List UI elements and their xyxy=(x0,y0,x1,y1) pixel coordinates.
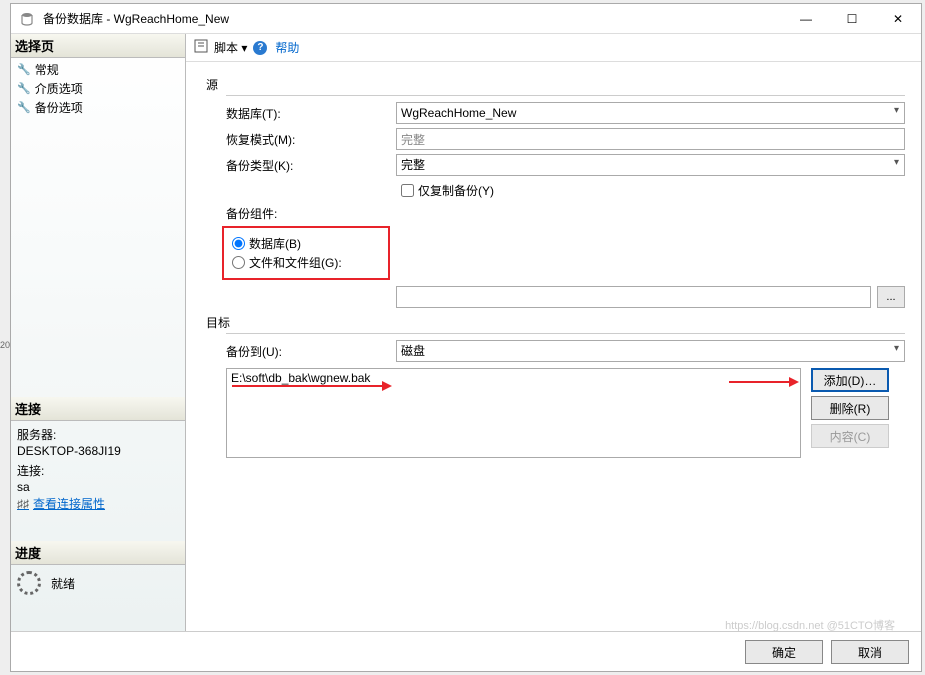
minimize-button[interactable]: — xyxy=(783,4,829,34)
sidebar-item-media[interactable]: 🔧 介质选项 xyxy=(13,79,183,98)
progress-ring-icon xyxy=(17,571,41,595)
conn-label: 连接: xyxy=(17,462,179,479)
progress-status: 就绪 xyxy=(11,565,185,601)
maximize-button[interactable]: ☐ xyxy=(829,4,875,34)
conn-value: sa xyxy=(17,480,179,494)
destination-item[interactable]: E:\soft\db_bak\wgnew.bak xyxy=(231,371,796,385)
content-button[interactable]: 内容(C) xyxy=(811,424,889,448)
backup-to-select[interactable]: 磁盘 xyxy=(396,340,905,362)
divider xyxy=(226,95,905,96)
ok-button[interactable]: 确定 xyxy=(745,640,823,664)
wrench-icon: 🔧 xyxy=(17,82,31,95)
recovery-mode-label: 恢复模式(M): xyxy=(226,131,396,148)
sidebar-item-backup-options[interactable]: 🔧 备份选项 xyxy=(13,98,183,117)
connection-header: 连接 xyxy=(11,397,185,421)
help-icon: ? xyxy=(253,41,267,55)
cancel-button[interactable]: 取消 xyxy=(831,640,909,664)
sidebar-item-label: 常规 xyxy=(35,61,59,78)
help-link[interactable]: 帮助 xyxy=(275,39,299,56)
sidebar-item-general[interactable]: 🔧 常规 xyxy=(13,60,183,79)
plug-icon: ♯♯ xyxy=(17,497,29,511)
content-toolbar: 脚本 ▾ ? 帮助 xyxy=(186,34,921,62)
window-title: 备份数据库 - WgReachHome_New xyxy=(43,10,783,27)
content-pane: 脚本 ▾ ? 帮助 源 数据库(T): WgReachHome_New 恢复模式… xyxy=(186,34,921,631)
connection-info: 服务器: DESKTOP-368JI19 连接: sa ♯♯ 查看连接属性 xyxy=(11,421,185,517)
server-label: 服务器: xyxy=(17,426,179,443)
divider xyxy=(226,333,905,334)
copy-only-label: 仅复制备份(Y) xyxy=(418,182,494,199)
backup-component-label: 备份组件: xyxy=(226,205,905,222)
wrench-icon: 🔧 xyxy=(17,101,31,114)
link-text: 查看连接属性 xyxy=(33,495,105,512)
sidebar: 选择页 🔧 常规 🔧 介质选项 🔧 备份选项 连接 服务器: DESKTOP-368J… xyxy=(11,34,186,631)
copy-only-checkbox[interactable] xyxy=(401,184,414,197)
progress-header: 进度 xyxy=(11,541,185,565)
remove-button[interactable]: 删除(R) xyxy=(811,396,889,420)
radio-filegroup[interactable] xyxy=(232,256,245,269)
source-group-label: 源 xyxy=(206,76,905,93)
server-value: DESKTOP-368JI19 xyxy=(17,444,179,458)
dialog-footer: 确定 取消 xyxy=(11,631,921,671)
dialog-window: 备份数据库 - WgReachHome_New — ☐ ✕ 选择页 🔧 常规 🔧 介… xyxy=(10,3,922,672)
add-button[interactable]: 添加(D)… xyxy=(811,368,889,392)
recovery-mode-field xyxy=(396,128,905,150)
titlebar: 备份数据库 - WgReachHome_New — ☐ ✕ xyxy=(11,4,921,34)
sidebar-item-label: 备份选项 xyxy=(35,99,83,116)
component-group-highlight: 数据库(B) 文件和文件组(G): xyxy=(222,226,390,280)
database-select[interactable]: WgReachHome_New xyxy=(396,102,905,124)
filegroup-browse-button[interactable]: ... xyxy=(877,286,905,308)
progress-text: 就绪 xyxy=(51,575,75,592)
backup-type-select[interactable]: 完整 xyxy=(396,154,905,176)
script-icon xyxy=(194,39,208,56)
script-dropdown[interactable]: 脚本 ▾ xyxy=(214,39,247,56)
sidebar-item-label: 介质选项 xyxy=(35,80,83,97)
view-connection-props-link[interactable]: ♯♯ 查看连接属性 xyxy=(17,495,179,512)
gutter-marker: 20 xyxy=(0,340,8,350)
backup-type-label: 备份类型(K): xyxy=(226,157,396,174)
destination-list[interactable]: E:\soft\db_bak\wgnew.bak xyxy=(226,368,801,458)
filegroup-field[interactable] xyxy=(396,286,871,308)
dest-group-label: 目标 xyxy=(206,314,905,331)
wrench-icon: 🔧 xyxy=(17,63,31,76)
select-pages-header: 选择页 xyxy=(11,34,185,58)
radio-database-label: 数据库(B) xyxy=(249,235,301,252)
radio-filegroup-label: 文件和文件组(G): xyxy=(249,254,342,271)
database-label: 数据库(T): xyxy=(226,105,396,122)
db-icon xyxy=(19,11,35,27)
backup-to-label: 备份到(U): xyxy=(226,343,396,360)
close-button[interactable]: ✕ xyxy=(875,4,921,34)
radio-database[interactable] xyxy=(232,237,245,250)
